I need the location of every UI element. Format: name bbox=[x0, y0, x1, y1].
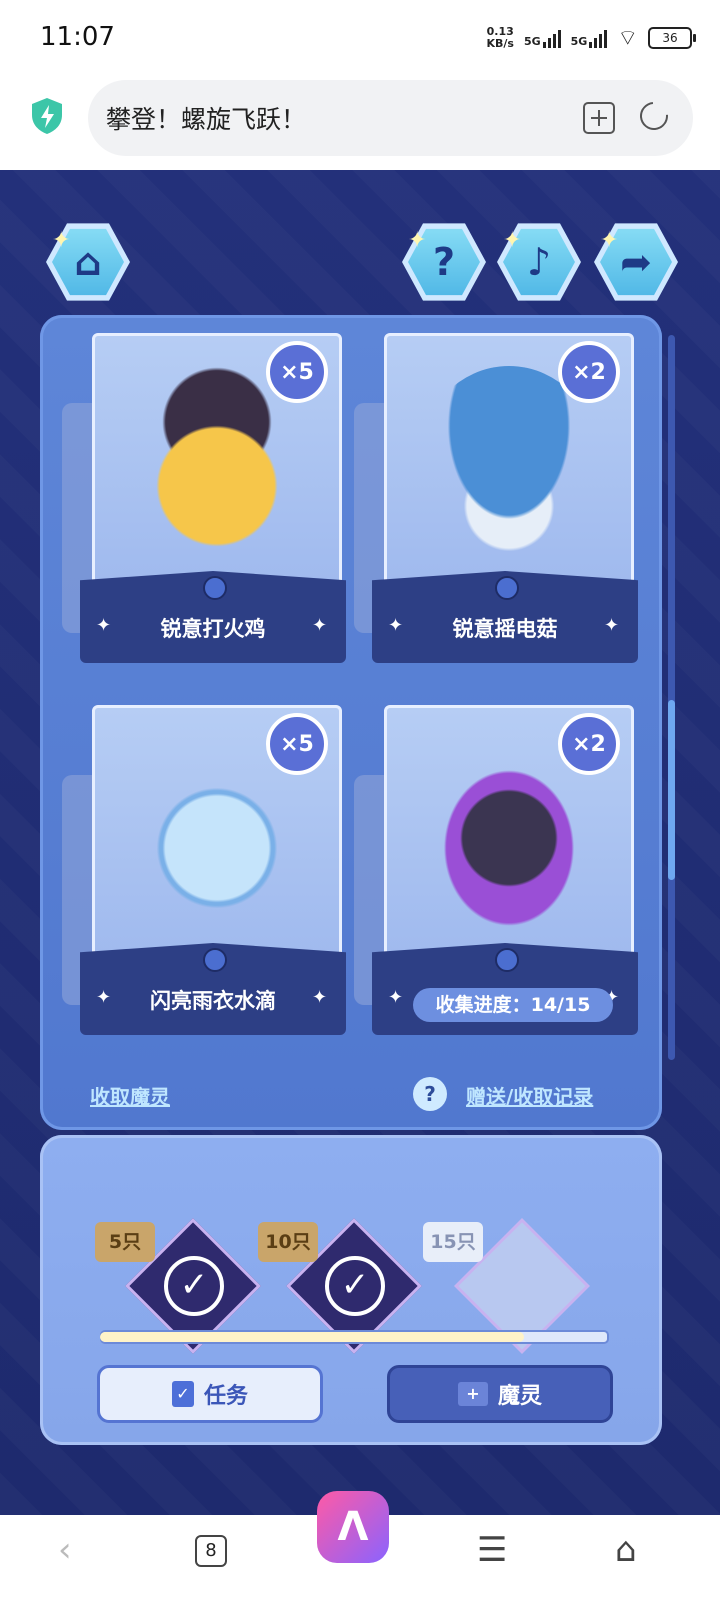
sparkle-icon: ✦ bbox=[600, 228, 619, 253]
check-icon: ✓ bbox=[164, 1256, 224, 1316]
spirit-card[interactable]: ×2 ✦ 锐意摇电菇 ✦ bbox=[354, 333, 638, 663]
spirit-card[interactable]: ×5 ✦ 锐意打火鸡 ✦ bbox=[62, 333, 346, 663]
count-badge: ×2 bbox=[558, 713, 620, 775]
milestone-label: 10只 bbox=[258, 1222, 318, 1262]
url-field[interactable]: 攀登！螺旋飞跃！ bbox=[88, 80, 693, 156]
sparkle-icon: ✦ bbox=[503, 228, 522, 253]
browser-address-bar: 攀登！螺旋飞跃！ bbox=[0, 80, 720, 170]
browser-bottom-nav: ‹ 8 Λ ☰ ⌂ bbox=[0, 1491, 720, 1601]
count-badge: ×5 bbox=[266, 713, 328, 775]
add-bookmark-icon[interactable] bbox=[583, 102, 615, 134]
collect-spirit-link[interactable]: 收取魔灵 bbox=[90, 1081, 170, 1110]
card-name: 锐意摇电菇 bbox=[452, 617, 558, 641]
document-check-icon: ✓ bbox=[171, 1381, 194, 1407]
signal-icon: 5G bbox=[571, 28, 608, 48]
wifi-icon: ⌔ bbox=[617, 26, 638, 51]
milestone-label: 15只 bbox=[423, 1222, 483, 1262]
scrollbar-thumb[interactable] bbox=[668, 700, 675, 880]
menu-icon[interactable]: ☰ bbox=[477, 1530, 507, 1570]
spirit-card[interactable]: ×2 ✦ 闪亮紫纱黑云 ✦ bbox=[354, 705, 638, 1035]
sparkle-icon: ✦ bbox=[408, 228, 427, 253]
page-title: 攀登！螺旋飞跃！ bbox=[106, 105, 307, 134]
gift-record-link[interactable]: 赠送/收取记录 bbox=[466, 1081, 593, 1110]
scrollbar[interactable] bbox=[668, 335, 675, 1060]
count-badge: ×2 bbox=[558, 341, 620, 403]
back-icon[interactable]: ‹ bbox=[58, 1530, 72, 1570]
star-icon: ✦ bbox=[312, 987, 328, 1008]
status-bar: 11:07 0.13 KB/s 5G 5G ⌔ 36 bbox=[0, 0, 720, 80]
signal-icon: 5G bbox=[524, 28, 561, 48]
status-icons: 0.13 KB/s 5G 5G ⌔ 36 bbox=[486, 24, 696, 52]
question-icon[interactable]: ? bbox=[413, 1077, 447, 1111]
app-logo-icon[interactable]: Λ bbox=[317, 1491, 389, 1563]
spirit-card[interactable]: ×5 ✦ 闪亮雨衣水滴 ✦ bbox=[62, 705, 346, 1035]
check-icon: ✓ bbox=[325, 1256, 385, 1316]
task-button[interactable]: ✓ 任务 bbox=[97, 1365, 323, 1423]
clock: 11:07 bbox=[40, 22, 115, 52]
shield-icon bbox=[32, 98, 62, 134]
home-icon[interactable]: ⌂ bbox=[615, 1530, 637, 1570]
battery-icon: 36 bbox=[648, 27, 696, 49]
milestone-label: 5只 bbox=[95, 1222, 155, 1262]
progress-label: 收集进度：14/15 bbox=[413, 988, 613, 1022]
star-icon: ✦ bbox=[604, 615, 620, 636]
card-name: 闪亮雨衣水滴 bbox=[150, 989, 276, 1013]
card-name: 锐意打火鸡 bbox=[160, 617, 266, 641]
count-badge: ×5 bbox=[266, 341, 328, 403]
progress-bar-fill bbox=[100, 1332, 524, 1342]
folder-add-icon: + bbox=[457, 1382, 488, 1406]
spirit-button[interactable]: + 魔灵 bbox=[387, 1365, 613, 1423]
sparkle-icon: ✦ bbox=[52, 228, 71, 253]
reload-icon[interactable] bbox=[634, 96, 674, 136]
star-icon: ✦ bbox=[312, 615, 328, 636]
tabs-button[interactable]: 8 bbox=[195, 1535, 227, 1567]
network-speed: 0.13 KB/s bbox=[486, 25, 514, 50]
